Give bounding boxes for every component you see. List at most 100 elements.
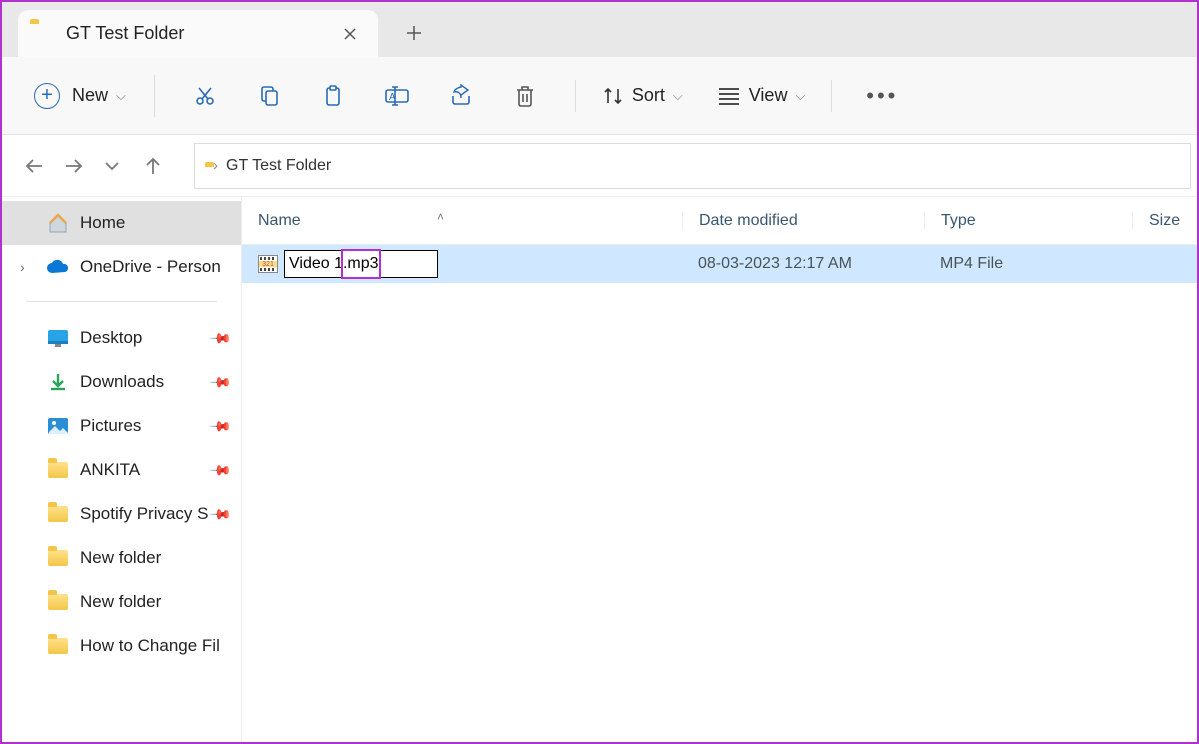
tab-bar: GT Test Folder [2,2,1197,57]
more-button[interactable]: ••• [858,74,906,118]
sidebar: Home › OneDrive - Person Desktop 📌 Downloa… [2,197,242,742]
chevron-down-icon: ⌵ [795,88,805,104]
folder-icon [46,506,70,522]
column-label: Date modified [699,212,798,229]
sidebar-item-quick[interactable]: Pictures📌 [2,404,241,448]
cell-date: 08-03-2023 12:17 AM [682,255,924,273]
sort-icon [602,85,624,107]
column-header-date[interactable]: Date modified [682,212,924,230]
sort-button[interactable]: Sort ⌵ [594,85,691,107]
home-icon [46,213,70,233]
sidebar-item-label: Home [80,213,125,233]
clipboard-icon [321,84,345,108]
sidebar-divider [26,301,217,302]
sort-label: Sort [632,85,665,106]
back-button[interactable] [24,157,46,175]
cell-name: 321 [242,250,682,278]
chevron-down-icon: ⌵ [116,88,126,104]
delete-button[interactable] [501,74,549,118]
tab[interactable]: GT Test Folder [18,10,378,57]
view-button[interactable]: View ⌵ [709,85,814,106]
content: Name ˄ Date modified Type Size 321 [242,197,1197,742]
sidebar-item-label: OneDrive - Person [80,257,221,277]
address-bar[interactable]: › GT Test Folder [194,143,1191,189]
arrow-right-icon [64,157,84,175]
column-label: Size [1149,212,1180,229]
close-tab-button[interactable] [332,16,368,52]
chevron-down-icon [104,160,120,172]
new-label: New [72,85,108,106]
breadcrumb-current[interactable]: GT Test Folder [226,157,331,175]
cell-type: MP4 File [924,255,1132,273]
downloads-icon [46,372,70,392]
sidebar-item-label: How to Change Fil [80,636,220,656]
sidebar-item-quick[interactable]: Spotify Privacy S📌 [2,492,241,536]
folder-icon [46,462,70,478]
separator [831,80,832,112]
pin-icon: 📌 [208,326,232,350]
arrow-left-icon [24,157,44,175]
rename-button[interactable]: A [373,74,421,118]
pin-icon: 📌 [208,414,232,438]
share-icon [449,84,473,108]
sidebar-item-quick[interactable]: ANKITA📌 [2,448,241,492]
folder-icon [46,550,70,566]
sidebar-item-label: Downloads [80,372,164,392]
trash-icon [514,84,536,108]
column-headers: Name ˄ Date modified Type Size [242,197,1197,245]
cut-button[interactable] [181,74,229,118]
toolbar: + New ⌵ A [2,57,1197,135]
list-icon [717,86,741,106]
nav-buttons [2,156,184,176]
plus-circle-icon: + [34,83,60,109]
close-icon [343,27,357,41]
sidebar-item-quick[interactable]: New folder [2,580,241,624]
pictures-icon [46,417,70,435]
sidebar-item-label: New folder [80,548,161,568]
column-header-type[interactable]: Type [924,212,1132,230]
arrow-up-icon [144,156,162,176]
plus-icon [406,25,422,41]
separator [154,75,155,117]
sidebar-item-label: ANKITA [80,460,140,480]
rename-input[interactable] [285,253,437,275]
column-header-size[interactable]: Size [1132,212,1197,230]
column-header-name[interactable]: Name ˄ [242,212,682,230]
column-label: Name [258,212,301,229]
up-button[interactable] [144,156,166,176]
rename-editor [284,250,438,278]
sidebar-item-quick[interactable]: Downloads📌 [2,360,241,404]
folder-icon [46,594,70,610]
view-label: View [749,85,788,106]
pin-icon: 📌 [208,502,232,526]
sidebar-item-home[interactable]: Home [2,201,241,245]
new-tab-button[interactable] [396,15,432,51]
navigation-row: › GT Test Folder [2,135,1197,197]
copy-button[interactable] [245,74,293,118]
sidebar-item-quick[interactable]: Desktop 📌 [2,316,241,360]
sidebar-item-onedrive[interactable]: › OneDrive - Person [2,245,241,289]
svg-text:A: A [389,92,396,103]
chevron-right-icon[interactable]: › [20,259,25,275]
cloud-icon [46,259,70,275]
sidebar-item-label: Desktop [80,328,142,348]
sidebar-item-label: Spotify Privacy S [80,504,209,524]
copy-icon [257,84,281,108]
column-label: Type [941,212,976,229]
rename-icon: A [384,84,410,108]
ellipsis-icon: ••• [866,83,898,109]
chevron-down-icon: ⌵ [673,88,683,104]
sidebar-item-quick[interactable]: New folder [2,536,241,580]
recent-button[interactable] [104,160,126,172]
main: Home › OneDrive - Person Desktop 📌 Downloa… [2,197,1197,742]
share-button[interactable] [437,74,485,118]
paste-button[interactable] [309,74,357,118]
forward-button[interactable] [64,157,86,175]
file-row[interactable]: 321 08-03-2023 12:17 AM MP4 File [242,245,1197,283]
new-button[interactable]: + New ⌵ [24,74,136,118]
sidebar-item-label: New folder [80,592,161,612]
sort-indicator-icon: ˄ [437,210,444,224]
scissors-icon [193,84,217,108]
video-file-icon: 321 [258,255,278,273]
sidebar-item-quick[interactable]: How to Change Fil [2,624,241,668]
